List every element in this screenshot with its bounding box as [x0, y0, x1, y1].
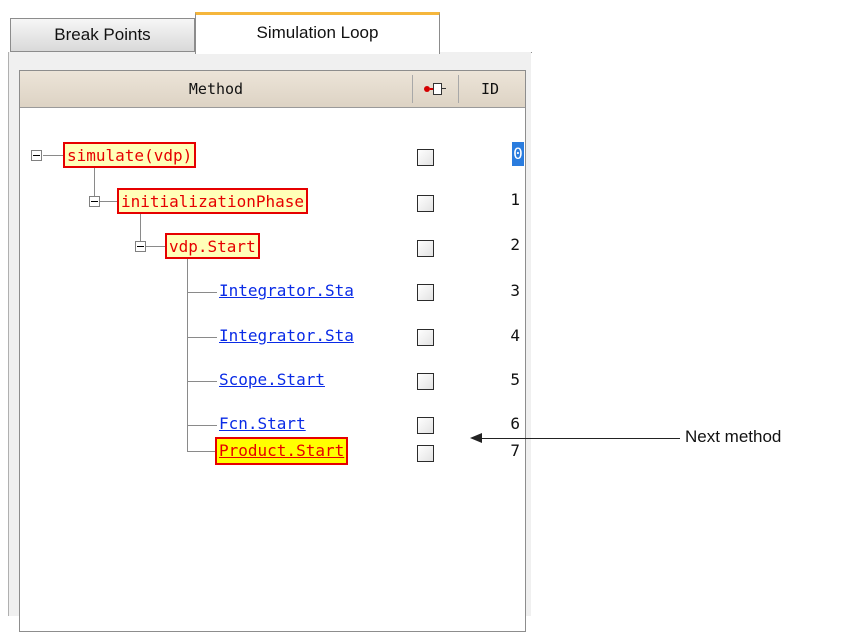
- method-simulate[interactable]: simulate(vdp): [63, 142, 197, 168]
- tab-simulation-loop[interactable]: Simulation Loop: [195, 12, 440, 54]
- tree-connector: [43, 155, 63, 156]
- row-id: 5: [510, 370, 520, 389]
- row-id: 6: [510, 414, 520, 433]
- callout-arrow-line: [478, 438, 680, 439]
- breakpoint-checkbox[interactable]: [417, 373, 434, 390]
- tab-break-points[interactable]: Break Points: [10, 18, 195, 52]
- tree-connector: [187, 425, 217, 426]
- breakpoint-checkbox[interactable]: [417, 329, 434, 346]
- breakpoint-checkbox[interactable]: [417, 417, 434, 434]
- tree-connector: [187, 337, 217, 338]
- row-id: 0: [512, 142, 524, 166]
- column-header-id[interactable]: ID: [460, 71, 520, 107]
- column-divider[interactable]: [412, 75, 413, 103]
- tree-connector: [140, 210, 141, 242]
- column-divider[interactable]: [458, 75, 459, 103]
- table-header: Method ID: [20, 71, 525, 108]
- breakpoint-checkbox[interactable]: [417, 445, 434, 462]
- row-id: 2: [510, 235, 520, 254]
- method-scope-start[interactable]: Scope.Start: [219, 368, 325, 392]
- collapse-toggle[interactable]: [89, 196, 100, 207]
- method-integrator-start-2[interactable]: Integrator.Sta: [219, 324, 412, 348]
- arrow-left-icon: [470, 433, 482, 443]
- method-fcn-start[interactable]: Fcn.Start: [219, 412, 306, 436]
- breakpoint-checkbox[interactable]: [417, 149, 434, 166]
- tree-connector: [187, 451, 215, 452]
- row-id: 4: [510, 326, 520, 345]
- collapse-toggle[interactable]: [135, 241, 146, 252]
- tree-connector: [146, 246, 166, 247]
- column-header-method[interactable]: Method: [20, 71, 412, 107]
- breakpoint-checkbox[interactable]: [417, 195, 434, 212]
- row-id: 7: [510, 441, 520, 460]
- method-initialization-phase[interactable]: initializationPhase: [117, 188, 309, 214]
- breakpoint-icon[interactable]: [424, 83, 448, 95]
- tree-connector: [94, 164, 95, 198]
- row-id: 3: [510, 281, 520, 300]
- collapse-toggle[interactable]: [31, 150, 42, 161]
- method-tree-table: Method ID simulate(vdp) 0 initialization…: [19, 70, 526, 632]
- method-vdp-start[interactable]: vdp.Start: [165, 233, 260, 259]
- tree-connector: [187, 292, 217, 293]
- next-method-callout: Next method: [685, 427, 782, 446]
- tree-connector: [187, 256, 188, 451]
- breakpoint-checkbox[interactable]: [417, 240, 434, 257]
- tree-connector: [187, 381, 217, 382]
- method-integrator-start-1[interactable]: Integrator.Sta: [219, 279, 412, 303]
- breakpoint-checkbox[interactable]: [417, 284, 434, 301]
- simulation-loop-panel: Method ID simulate(vdp) 0 initialization…: [8, 52, 531, 632]
- tab-bar: Break Points Simulation Loop: [10, 12, 532, 54]
- row-id: 1: [510, 190, 520, 209]
- method-product-start[interactable]: Product.Start: [215, 437, 349, 465]
